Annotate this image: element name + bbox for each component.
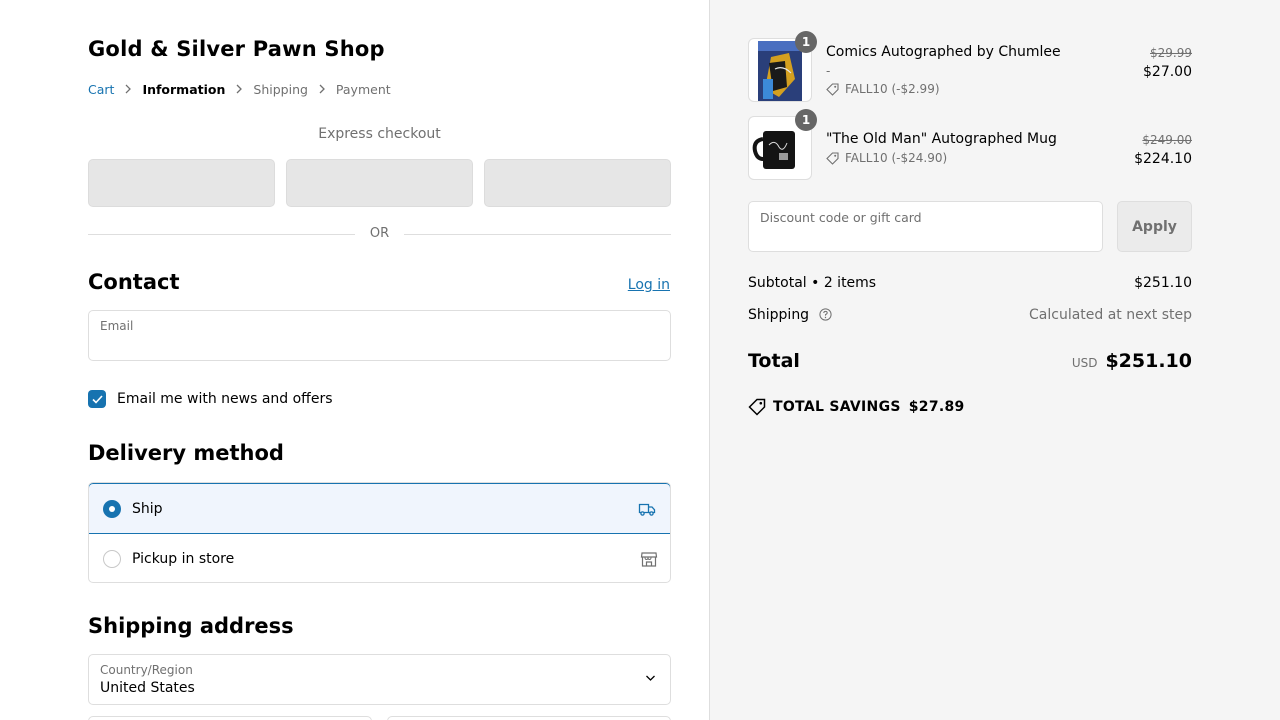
pickup-radio[interactable] (103, 550, 121, 568)
express-pay-button-3[interactable] (484, 159, 671, 207)
subtotal-value: $251.10 (1134, 275, 1192, 291)
tag-icon (826, 82, 839, 96)
country-select[interactable]: Country/Region United States (88, 654, 671, 705)
item-discount-code: FALL10 (-$24.90) (845, 151, 948, 165)
currency-code: USD (1071, 356, 1098, 370)
ship-label: Ship (132, 500, 163, 517)
chevron-right-icon (114, 84, 142, 94)
tag-icon (826, 151, 839, 165)
discount-placeholder: Discount code or gift card (760, 210, 922, 225)
breadcrumb-shipping: Shipping (253, 81, 308, 97)
item-price-original: $29.99 (1150, 46, 1192, 60)
total-value-group: USD $251.10 (1072, 350, 1192, 372)
store-icon (640, 552, 658, 567)
delivery-heading: Delivery method (88, 441, 284, 465)
quantity-badge: 1 (795, 109, 817, 131)
divider-line (88, 234, 355, 235)
total-label: Total (748, 350, 800, 372)
savings-label: TOTAL SAVINGS (773, 399, 901, 415)
breadcrumb-payment: Payment (335, 81, 391, 97)
discount-code-input[interactable]: Discount code or gift card (748, 201, 1103, 252)
truck-icon (638, 503, 656, 516)
chevron-right-icon (225, 84, 253, 94)
checkout-main: Gold & Silver Pawn Shop Cart Information… (0, 0, 710, 720)
item-price: $27.00 (1143, 64, 1192, 80)
delivery-option-ship[interactable]: Ship (89, 483, 670, 534)
total-savings: TOTAL SAVINGS $27.89 (748, 398, 965, 416)
item-price-original: $249.00 (1142, 133, 1192, 147)
delivery-method-group: Ship Pickup in store (88, 482, 671, 583)
express-checkout-label: Express checkout (318, 126, 441, 142)
chevron-down-icon (646, 675, 655, 681)
help-icon[interactable] (818, 308, 832, 321)
shipping-address-heading: Shipping address (88, 614, 294, 638)
checkmark-icon (91, 394, 103, 404)
shipping-value: Calculated at next step (1029, 307, 1192, 323)
email-field[interactable]: Email (88, 310, 671, 361)
item-discount-code: FALL10 (-$2.99) (845, 82, 940, 96)
savings-amount: $27.89 (908, 399, 965, 415)
newsletter-label: Email me with news and offers (117, 391, 333, 407)
item-discount: FALL10 (-$2.99) (826, 82, 940, 96)
or-text: OR (369, 226, 390, 241)
shipping-label: Shipping (748, 307, 810, 323)
newsletter-checkbox[interactable] (88, 390, 106, 408)
quantity-badge: 1 (795, 31, 817, 53)
breadcrumb-cart[interactable]: Cart (88, 82, 114, 97)
login-link[interactable]: Log in (628, 277, 670, 293)
contact-heading: Contact (88, 270, 180, 294)
item-title: Comics Autographed by Chumlee (826, 44, 1061, 60)
breadcrumb-information: Information (142, 81, 226, 97)
country-value: United States (100, 680, 195, 696)
apply-discount-button[interactable]: Apply (1117, 201, 1192, 252)
divider-line (404, 234, 671, 235)
first-name-field[interactable] (88, 716, 372, 720)
cart-item: 1 "The Old Man" Autographed Mug FALL10 (… (748, 109, 1192, 180)
or-divider: OR (88, 226, 671, 242)
item-price: $224.10 (1134, 151, 1192, 167)
item-variant: - (826, 64, 831, 78)
delivery-option-pickup[interactable]: Pickup in store (89, 534, 670, 582)
pickup-label: Pickup in store (132, 551, 235, 567)
newsletter-option[interactable]: Email me with news and offers (88, 390, 333, 408)
total-amount: $251.10 (1105, 350, 1192, 372)
shipping-label-wrap: Shipping (748, 307, 832, 323)
cart-item: 1 Comics Autographed by Chumlee - FALL10… (748, 31, 1192, 102)
shop-name[interactable]: Gold & Silver Pawn Shop (88, 37, 385, 61)
breadcrumb: Cart Information Shipping Payment (88, 81, 391, 97)
item-discount: FALL10 (-$24.90) (826, 151, 947, 165)
tag-icon (748, 398, 766, 416)
email-label: Email (100, 319, 134, 333)
express-pay-button-2[interactable] (286, 159, 473, 207)
ship-radio[interactable] (103, 499, 121, 518)
express-pay-button-1[interactable] (88, 159, 275, 207)
last-name-field[interactable] (387, 716, 671, 720)
subtotal-label: Subtotal • 2 items (748, 275, 877, 291)
country-label: Country/Region (100, 663, 193, 677)
chevron-right-icon (308, 84, 336, 94)
item-title: "The Old Man" Autographed Mug (826, 131, 1057, 147)
